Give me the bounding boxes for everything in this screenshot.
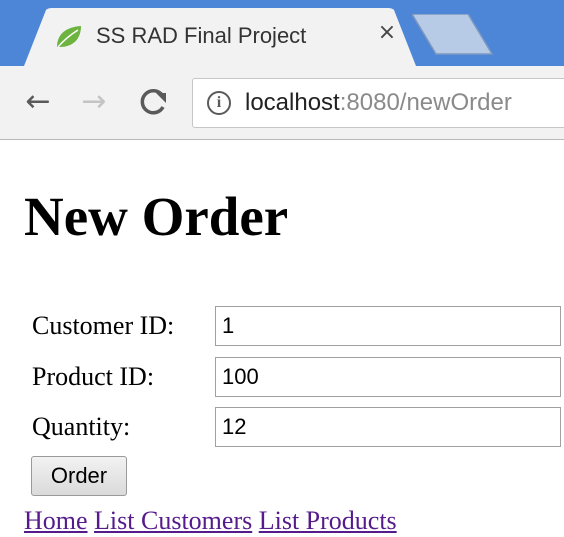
browser-tab[interactable]: SS RAD Final Project × (24, 8, 416, 66)
tab-strip: SS RAD Final Project × (0, 0, 564, 66)
spring-leaf-icon (54, 24, 84, 50)
quantity-label: Quantity: (32, 412, 131, 441)
customer-id-input[interactable] (215, 306, 561, 346)
product-id-input[interactable] (215, 357, 561, 397)
customer-id-label: Customer ID: (32, 311, 175, 340)
close-icon[interactable]: × (374, 20, 400, 46)
new-tab-button[interactable] (412, 14, 502, 66)
url-path: :8080/newOrder (339, 89, 512, 116)
url-text[interactable]: localhost:8080/newOrder (245, 89, 512, 117)
home-link[interactable]: Home (24, 506, 88, 535)
forward-arrow-icon[interactable]: → (76, 84, 112, 120)
url-host: localhost (245, 89, 340, 116)
tab-title: SS RAD Final Project (96, 23, 307, 48)
product-id-label: Product ID: (32, 362, 155, 391)
list-customers-link[interactable]: List Customers (94, 506, 252, 535)
back-arrow-icon[interactable]: ← (20, 84, 56, 120)
info-icon[interactable]: i (207, 91, 231, 115)
reload-icon[interactable] (136, 84, 172, 120)
browser-toolbar: ← → i localhost:8080/newOrder (0, 66, 564, 140)
list-products-link[interactable]: List Products (259, 506, 397, 535)
order-button[interactable]: Order (31, 456, 127, 496)
address-bar[interactable]: i localhost:8080/newOrder (192, 78, 564, 128)
quantity-input[interactable] (215, 407, 561, 447)
page-title: New Order (24, 186, 289, 247)
nav-links: Home List Customers List Products (24, 505, 397, 537)
